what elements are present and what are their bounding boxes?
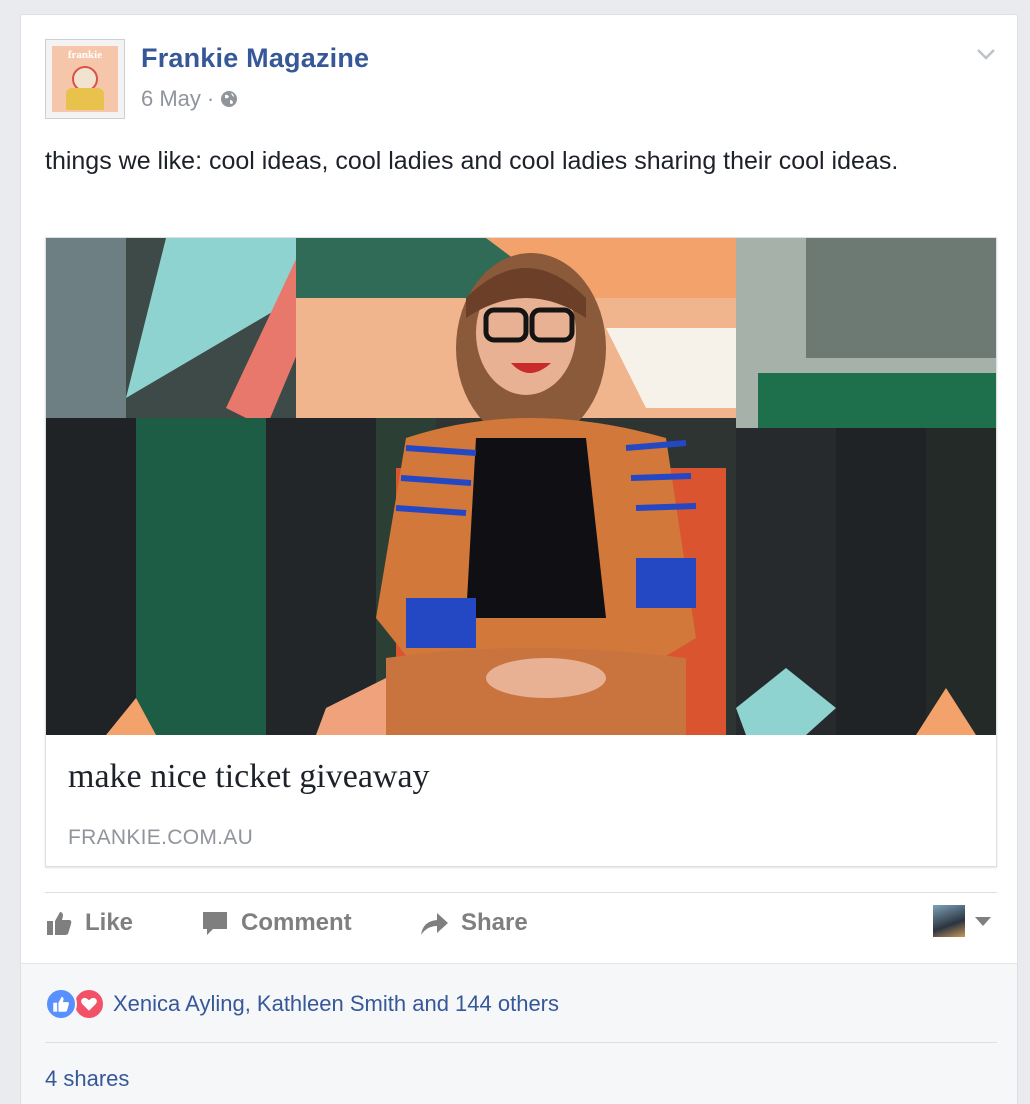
- comment-button[interactable]: Comment: [201, 895, 352, 951]
- page-name-link[interactable]: Frankie Magazine: [141, 43, 369, 74]
- avatar-image: frankie: [52, 46, 118, 112]
- share-button[interactable]: Share: [419, 895, 528, 951]
- meta-separator: ·: [206, 86, 215, 111]
- avatar-body: [66, 88, 104, 110]
- share-label: Share: [461, 909, 528, 936]
- thumbs-up-icon: [47, 912, 72, 935]
- post-text: things we like: cool ideas, cool ladies …: [45, 147, 899, 175]
- share-arrow-icon: [421, 913, 448, 935]
- page-avatar[interactable]: frankie: [45, 39, 125, 119]
- reaction-names[interactable]: Xenica Ayling, Kathleen Smith and 144 ot…: [113, 991, 559, 1017]
- globe-icon[interactable]: [220, 90, 238, 108]
- action-bar: Like Comment Share: [45, 895, 997, 951]
- comment-label: Comment: [241, 909, 352, 936]
- preview-photo: [46, 238, 996, 735]
- comment-icon: [203, 912, 227, 935]
- like-reaction-icon: [45, 988, 77, 1020]
- post-card: frankie Frankie Magazine 6 May · things …: [20, 14, 1018, 1104]
- post-footer: Xenica Ayling, Kathleen Smith and 144 ot…: [21, 963, 1017, 1104]
- actions-divider: [45, 892, 997, 893]
- link-title[interactable]: make nice ticket giveaway: [68, 758, 430, 796]
- like-label: Like: [85, 909, 134, 936]
- link-preview-image[interactable]: [46, 238, 996, 735]
- chevron-down-icon[interactable]: [975, 43, 997, 65]
- shares-count[interactable]: 4 shares: [45, 1066, 129, 1092]
- like-button[interactable]: Like: [45, 895, 133, 951]
- caret-down-icon: [975, 916, 991, 926]
- link-preview[interactable]: make nice ticket giveaway FRANKIE.COM.AU: [45, 237, 997, 867]
- avatar-logo-text: frankie: [67, 49, 103, 61]
- post-meta: 6 May ·: [141, 86, 238, 112]
- post-date[interactable]: 6 May: [141, 86, 201, 112]
- footer-divider: [45, 1042, 997, 1043]
- share-audience-selector[interactable]: [933, 905, 991, 937]
- user-avatar-thumbnail: [933, 905, 965, 937]
- reactions-summary[interactable]: Xenica Ayling, Kathleen Smith and 144 ot…: [45, 988, 559, 1020]
- link-domain: FRANKIE.COM.AU: [68, 826, 254, 849]
- love-reaction-icon: [73, 988, 105, 1020]
